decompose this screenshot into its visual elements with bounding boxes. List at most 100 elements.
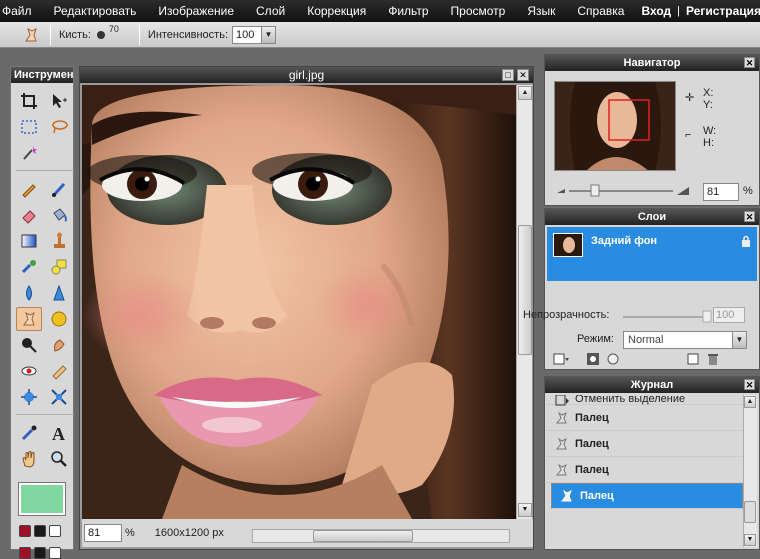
scroll-thumb[interactable] (744, 501, 756, 523)
shape-tool-icon[interactable] (46, 255, 72, 279)
close-icon[interactable]: ✕ (744, 211, 755, 222)
opacity-input[interactable]: 100 (713, 307, 745, 323)
lock-icon[interactable] (741, 235, 751, 250)
layer-settings-icon[interactable] (553, 353, 569, 365)
menu-file[interactable]: Файл (0, 0, 43, 22)
menu-help[interactable]: Справка (566, 0, 635, 22)
pinch-tool-icon[interactable] (46, 385, 72, 409)
navigator-zoom-unit: % (743, 185, 753, 197)
scroll-up-icon[interactable]: ▲ (744, 396, 756, 408)
current-tool-smudge-icon[interactable] (20, 25, 42, 45)
move-tool-icon[interactable] (46, 89, 72, 113)
swatch-dark-red-2[interactable] (19, 547, 31, 559)
fill-bucket-tool-icon[interactable] (46, 203, 72, 227)
burn-tool-icon[interactable] (46, 333, 72, 357)
lasso-tool-icon[interactable] (46, 115, 72, 139)
menu-view[interactable]: Просмотр (440, 0, 517, 22)
spot-heal-tool-icon[interactable] (46, 359, 72, 383)
y-label: Y: (703, 99, 713, 111)
navigator-thumbnail[interactable] (554, 81, 676, 171)
red-eye-tool-icon[interactable] (16, 359, 42, 383)
sharpen-tool-icon[interactable] (46, 281, 72, 305)
deselect-icon (555, 395, 569, 407)
login-link[interactable]: Вход (635, 0, 677, 22)
brush-tool-icon[interactable] (46, 177, 72, 201)
navigator-zoom-input[interactable]: 81 (703, 183, 739, 201)
layer-mask-icon[interactable] (587, 353, 599, 365)
menu-image[interactable]: Изображение (147, 0, 245, 22)
history-panel: Журнал ✕ Отменить выделение Палец Палец … (544, 376, 760, 550)
menu-filter[interactable]: Фильтр (377, 0, 439, 22)
register-link[interactable]: Регистрация (680, 0, 760, 22)
horizontal-scrollbar[interactable] (252, 529, 510, 543)
history-scrollbar[interactable]: ▲ ▼ (743, 395, 757, 547)
eraser-tool-icon[interactable] (16, 203, 42, 227)
navigator-zoom-slider[interactable] (555, 183, 695, 197)
history-item[interactable]: Палец (547, 431, 743, 457)
history-item[interactable]: Палец (547, 405, 743, 431)
delete-layer-icon[interactable] (707, 353, 719, 365)
clone-stamp-tool-icon[interactable] (46, 229, 72, 253)
close-icon[interactable]: ✕ (517, 69, 529, 81)
dodge-tool-icon[interactable] (16, 333, 42, 357)
swatch-white[interactable] (49, 525, 61, 537)
sponge-tool-icon[interactable] (46, 307, 72, 331)
crop-tool-icon[interactable] (16, 89, 42, 113)
swatch-white-2[interactable] (49, 547, 61, 559)
opacity-slider[interactable] (621, 309, 713, 323)
hand-tool-icon[interactable] (16, 447, 42, 471)
scroll-up-icon[interactable]: ▲ (518, 86, 532, 100)
scroll-down-icon[interactable]: ▼ (518, 503, 532, 517)
portrait-image (82, 85, 516, 519)
text-tool-icon[interactable]: A (46, 421, 72, 445)
menu-language[interactable]: Язык (516, 0, 566, 22)
swatch-dark-red[interactable] (19, 525, 31, 537)
layer-thumbnail (553, 233, 583, 257)
image-dimensions: 1600x1200 px (154, 527, 224, 539)
hscroll-thumb[interactable] (313, 530, 413, 542)
magic-wand-tool-icon[interactable] (16, 141, 42, 165)
vertical-scrollbar[interactable]: ▲ ▼ (516, 85, 532, 519)
zoom-tool-icon[interactable] (46, 447, 72, 471)
intensity-select[interactable]: 100 ▼ (232, 25, 276, 44)
scroll-thumb[interactable] (518, 225, 532, 355)
layer-style-icon[interactable] (607, 353, 619, 365)
intensity-label: Интенсивность: (147, 28, 228, 41)
maximize-icon[interactable]: □ (502, 69, 514, 81)
pencil-tool-icon[interactable] (16, 177, 42, 201)
blend-mode-value: Normal (628, 334, 664, 346)
swatch-black[interactable] (34, 525, 46, 537)
move-icon: ✛ (685, 92, 695, 104)
zoom-unit: % (125, 527, 135, 539)
zoom-input[interactable]: 81 (84, 524, 122, 542)
layer-item[interactable]: Задний фон (547, 227, 757, 281)
history-item[interactable]: Палец (547, 457, 743, 483)
color-picker-tool-icon[interactable] (16, 421, 42, 445)
close-icon[interactable]: ✕ (744, 57, 755, 68)
menu-edit[interactable]: Редактировать (43, 0, 148, 22)
close-icon[interactable]: ✕ (744, 379, 755, 390)
history-item[interactable]: Отменить выделение (547, 395, 743, 407)
swatch-black-2[interactable] (34, 547, 46, 559)
blur-tool-icon[interactable] (16, 281, 42, 305)
scroll-down-icon[interactable]: ▼ (744, 534, 756, 546)
layer-name: Задний фон (591, 235, 658, 247)
gradient-tool-icon[interactable] (16, 229, 42, 253)
chevron-down-icon[interactable]: ▼ (732, 332, 746, 348)
color-replace-tool-icon[interactable] (16, 255, 42, 279)
new-layer-icon[interactable] (687, 353, 699, 365)
bloat-tool-icon[interactable] (16, 385, 42, 409)
brush-size: 70 (108, 23, 119, 34)
foreground-color-swatch[interactable] (18, 482, 66, 516)
menu-layer[interactable]: Слой (245, 0, 296, 22)
brush-preview-icon[interactable] (96, 30, 105, 39)
chevron-down-icon[interactable]: ▼ (261, 26, 275, 43)
history-item-selected[interactable]: Палец (551, 483, 743, 509)
menu-adjustment[interactable]: Коррекция (296, 0, 377, 22)
image-canvas[interactable] (82, 85, 516, 519)
smudge-tool-icon[interactable] (16, 307, 42, 331)
blend-mode-select[interactable]: Normal ▼ (623, 331, 747, 349)
layers-title-text: Слои (637, 211, 667, 223)
marquee-tool-icon[interactable] (16, 115, 42, 139)
layers-panel: Слои ✕ Задний фон Непрозрачность: 100 Ре… (523, 208, 760, 370)
